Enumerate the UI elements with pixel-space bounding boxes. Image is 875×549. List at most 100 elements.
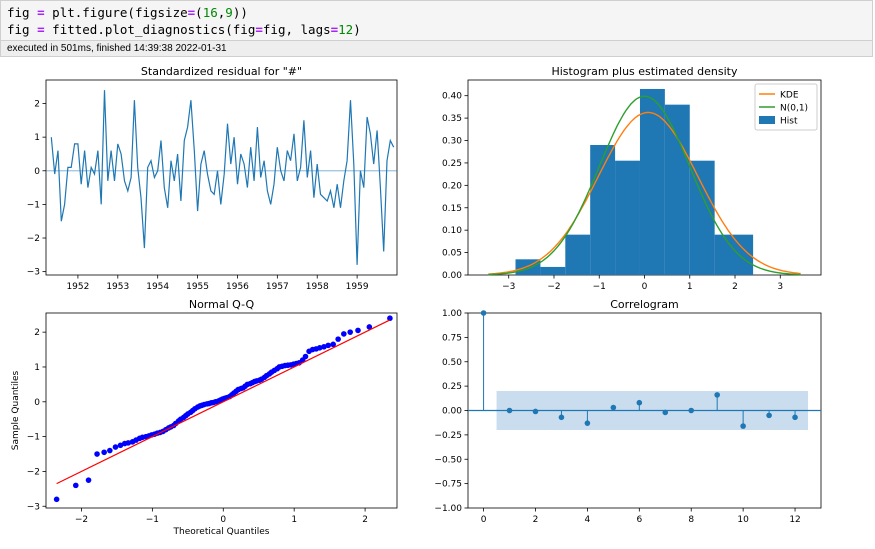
x-tick-label: 1954 [146,282,169,292]
acf-marker [558,414,565,421]
y-tick-label: −1 [27,200,40,210]
legend-label: N(0,1) [780,104,808,114]
y-tick-label: 1 [34,363,40,373]
y-tick-label: −0.75 [434,480,462,490]
y-axis-label: Sample Quantiles [11,371,21,451]
acf-marker [610,404,617,411]
x-tick-label: 1955 [186,282,209,292]
x-tick-label: −1 [593,282,606,292]
chart-title: Normal Q-Q [189,298,255,311]
acf-marker [740,423,746,429]
x-tick-label: −1 [146,515,159,525]
qq-point [355,327,361,334]
chart-title: Histogram plus estimated density [551,65,738,78]
y-tick-label: 0.20 [442,181,462,191]
x-tick-label: 1953 [106,282,129,292]
histogram-bar [664,104,690,275]
acf-marker [714,392,720,398]
acf-marker [532,408,539,415]
qq-chart: Normal Q-Q −2 −1 0 1 2 −3 −2 −1 0 1 2 Theoretical Qu… [11,298,398,537]
y-tick-label: 1.00 [442,309,462,319]
y-tick-label: 0.00 [442,271,462,281]
x-tick-label: 1 [291,515,297,525]
x-tick-label: 0 [481,515,487,525]
acf-marker [584,420,591,426]
y-tick-label: 0.05 [442,249,462,259]
y-tick-label: 0.25 [442,382,462,392]
x-tick-label: 2 [362,515,368,525]
x-tick-label: 1957 [266,282,289,292]
code-cell[interactable]: fig = plt.figure(figsize=(16,9)) fig = f… [0,0,873,41]
x-tick-label: 1 [687,282,693,292]
x-tick-label: 10 [737,515,749,525]
qq-point [101,449,107,456]
residual-chart: Standardized residual for "#" 1952 1953 195… [27,65,398,292]
y-tick-label: 0 [34,167,40,177]
correlogram-chart: Correlogram 0 2 4 6 8 10 12 −1.00 −0.75 −0.50 −0.25… [434,298,822,525]
chart-title: Standardized residual for "#" [141,65,302,78]
histogram-bar [714,234,754,275]
x-axis-label: Theoretical Quantiles [173,527,270,537]
qq-point [85,477,92,483]
histogram-bar [615,160,640,275]
histogram-chart: Histogram plus estimated density −3 −2 −1 0 1… [442,65,822,292]
x-tick-label: 0 [642,282,648,292]
code-line-2[interactable]: fig = fitted.plot_diagnostics(fig=fig, l… [7,22,361,37]
x-tick-label: 4 [585,515,591,525]
y-tick-label: 2 [34,328,40,338]
acf-marker [688,407,695,414]
x-tick-label: −3 [502,282,515,292]
execution-status: executed in 501ms, finished 14:39:38 202… [0,41,873,57]
qq-point [325,342,332,349]
qq-point [347,329,354,335]
x-tick-label: 2 [732,282,738,292]
qq-point [53,496,60,503]
y-tick-label: −0.25 [434,431,462,441]
qq-point [112,444,119,450]
qq-point [72,482,79,489]
acf-marker [636,399,643,406]
histogram-bar [540,266,566,275]
x-tick-label: 1956 [226,282,249,292]
qq-point [302,353,309,360]
x-tick-label: 1959 [346,282,369,292]
acf-marker [792,414,798,421]
x-tick-label: 3 [777,282,783,292]
y-tick-label: 0.10 [442,226,462,236]
y-tick-label: 1 [34,133,40,143]
histogram-bar [639,88,665,275]
x-tick-label: 12 [789,515,800,525]
x-tick-label: 2 [533,515,539,525]
y-tick-label: 0.25 [442,159,462,169]
y-tick-label: −3 [27,268,40,278]
acf-marker [766,412,772,419]
x-tick-label: 8 [688,515,694,525]
y-tick-label: −1 [27,433,40,443]
y-tick-label: 0.75 [442,333,462,343]
legend-label: Hist [780,117,798,127]
qq-point [107,447,113,454]
y-tick-label: 2 [34,100,40,110]
x-tick-label: −2 [547,282,560,292]
y-tick-label: −2 [27,467,40,477]
qq-point [335,336,341,342]
y-tick-label: 0 [34,398,40,408]
y-tick-label: −3 [27,502,40,512]
x-tick-label: 1958 [306,282,329,292]
qq-point [94,451,100,457]
y-tick-label: 0.50 [442,358,462,368]
x-tick-label: 6 [636,515,642,525]
legend-label: KDE [780,91,799,101]
y-tick-label: 0.30 [442,137,462,147]
code-line-1[interactable]: fig = plt.figure(figsize=(16,9)) [7,5,248,20]
y-tick-label: −2 [27,234,40,244]
y-tick-label: −1.00 [434,504,462,514]
histogram-bar [590,145,616,275]
y-tick-label: 0.35 [442,114,462,124]
legend-swatch [759,116,775,124]
chart-title: Correlogram [610,298,679,311]
acf-marker [506,407,513,414]
histogram-bar [565,234,591,275]
x-tick-label: 0 [220,515,226,525]
x-tick-label: 1952 [66,282,89,292]
